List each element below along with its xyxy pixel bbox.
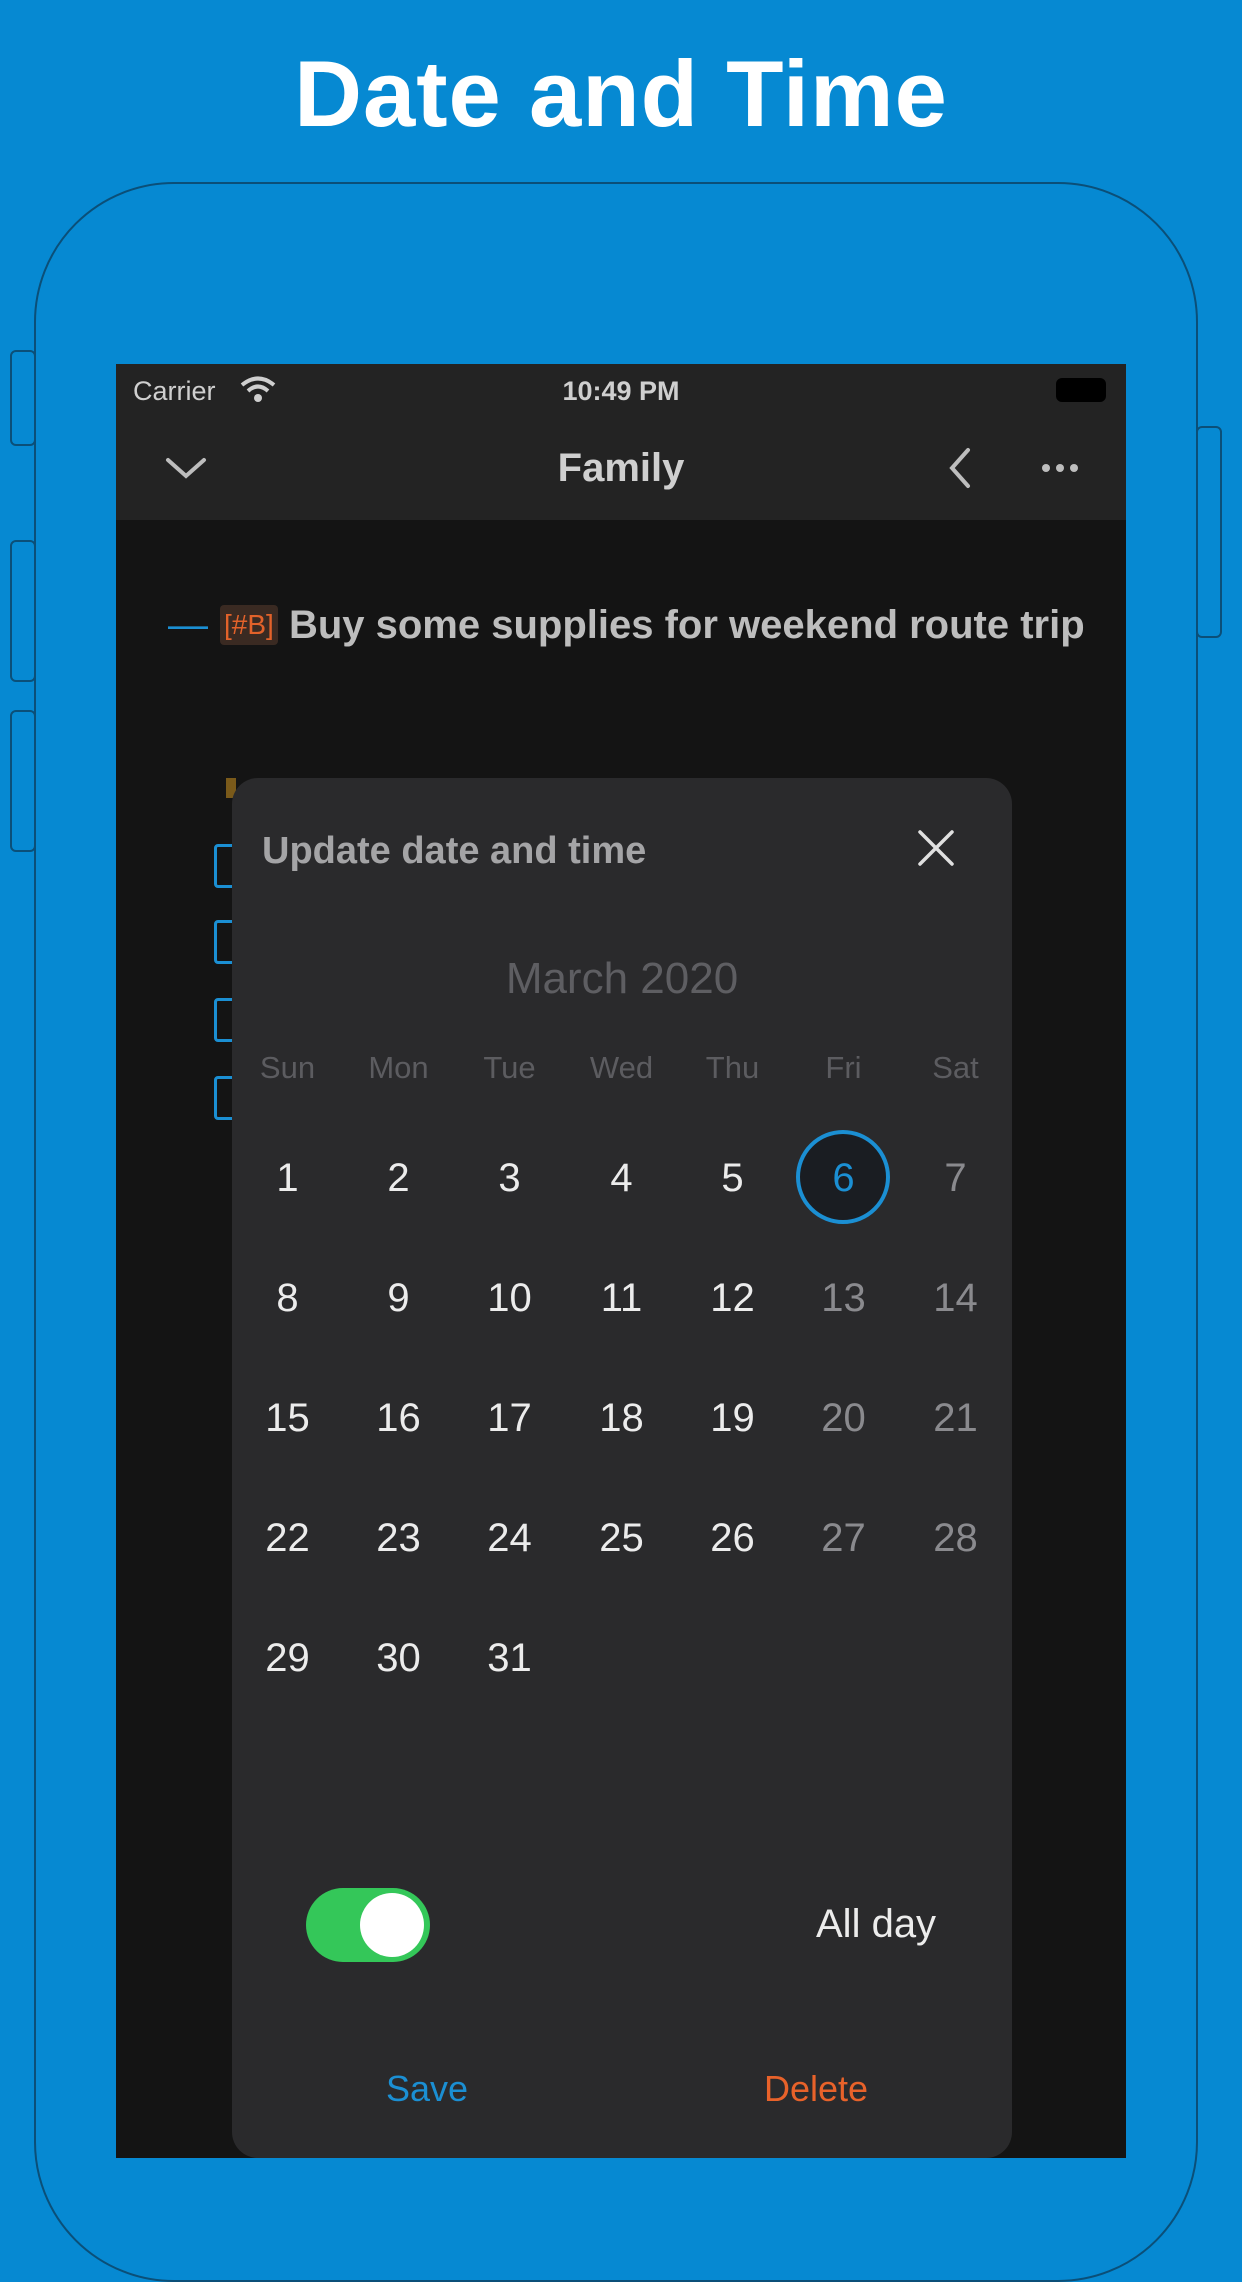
app-screen: Carrier 10:49 PM Family — [#B] Buy some … bbox=[116, 364, 1126, 2158]
calendar-day[interactable]: 19 bbox=[677, 1368, 788, 1468]
calendar-day[interactable]: 23 bbox=[343, 1488, 454, 1588]
task-title: Buy some supplies for weekend route trip bbox=[288, 603, 1085, 647]
save-button[interactable]: Save bbox=[386, 2068, 468, 2110]
priority-tag: [#B] bbox=[220, 605, 278, 645]
calendar-day[interactable]: 9 bbox=[343, 1248, 454, 1348]
more-icon[interactable] bbox=[1038, 446, 1082, 490]
dialog-title: Update date and time bbox=[262, 830, 647, 872]
calendar-day[interactable]: 7 bbox=[900, 1128, 1011, 1228]
weekday-label: Thu bbox=[705, 1050, 760, 1085]
status-time: 10:49 PM bbox=[562, 376, 680, 406]
calendar-day[interactable]: 5 bbox=[677, 1128, 788, 1228]
calendar-day[interactable]: 6 bbox=[788, 1128, 899, 1228]
weekday-label: Wed bbox=[589, 1050, 654, 1085]
calendar-month: March 2020 bbox=[505, 954, 739, 1003]
calendar-day[interactable]: 17 bbox=[454, 1368, 565, 1468]
calendar-day[interactable]: 22 bbox=[232, 1488, 343, 1588]
calendar-day[interactable]: 12 bbox=[677, 1248, 788, 1348]
delete-button[interactable]: Delete bbox=[764, 2068, 868, 2110]
calendar-day[interactable]: 24 bbox=[454, 1488, 565, 1588]
phone-side-button bbox=[10, 350, 36, 446]
all-day-label: All day bbox=[816, 1902, 937, 1946]
nav-bar: Family bbox=[116, 420, 1126, 520]
phone-side-button bbox=[1196, 426, 1222, 638]
weekday-label: Mon bbox=[368, 1050, 429, 1085]
weekday-label: Sun bbox=[259, 1050, 316, 1085]
calendar-day[interactable]: 10 bbox=[454, 1248, 565, 1348]
calendar-day[interactable]: 16 bbox=[343, 1368, 454, 1468]
phone-side-button bbox=[10, 540, 36, 682]
calendar-day[interactable]: 25 bbox=[566, 1488, 677, 1588]
weekday-label: Sat bbox=[932, 1050, 979, 1085]
calendar-day[interactable]: 27 bbox=[788, 1488, 899, 1588]
calendar-day[interactable]: 20 bbox=[788, 1368, 899, 1468]
calendar-day[interactable]: 8 bbox=[232, 1248, 343, 1348]
weekday-label: Fri bbox=[825, 1050, 862, 1085]
calendar-day[interactable]: 15 bbox=[232, 1368, 343, 1468]
calendar-day[interactable]: 18 bbox=[566, 1368, 677, 1468]
calendar-day[interactable]: 14 bbox=[900, 1248, 1011, 1348]
calendar-day[interactable]: 31 bbox=[454, 1608, 565, 1708]
calendar-day[interactable]: 4 bbox=[566, 1128, 677, 1228]
status-bar: Carrier 10:49 PM bbox=[116, 364, 1126, 420]
calendar-day[interactable]: 3 bbox=[454, 1128, 565, 1228]
calendar-day[interactable]: 29 bbox=[232, 1608, 343, 1708]
calendar-day[interactable]: 1 bbox=[232, 1128, 343, 1228]
calendar-day[interactable]: 30 bbox=[343, 1608, 454, 1708]
calendar-day[interactable]: 13 bbox=[788, 1248, 899, 1348]
calendar-day[interactable]: 21 bbox=[900, 1368, 1011, 1468]
toggle-knob bbox=[360, 1893, 424, 1957]
phone-side-button bbox=[10, 710, 36, 852]
calendar-day[interactable]: 11 bbox=[566, 1248, 677, 1348]
weekday-label: Tue bbox=[483, 1050, 536, 1085]
all-day-toggle[interactable] bbox=[306, 1888, 430, 1962]
close-icon[interactable] bbox=[916, 828, 956, 868]
calendar-day[interactable]: 28 bbox=[900, 1488, 1011, 1588]
battery-icon bbox=[1056, 378, 1106, 402]
promo-title: Date and Time bbox=[294, 41, 948, 146]
date-time-dialog: Update date and time March 2020 Sun Mon … bbox=[232, 778, 1012, 2158]
calendar-day[interactable]: 26 bbox=[677, 1488, 788, 1588]
back-icon[interactable] bbox=[940, 446, 984, 490]
calendar-day[interactable]: 2 bbox=[343, 1128, 454, 1228]
task-bullet-icon: — bbox=[168, 603, 208, 647]
